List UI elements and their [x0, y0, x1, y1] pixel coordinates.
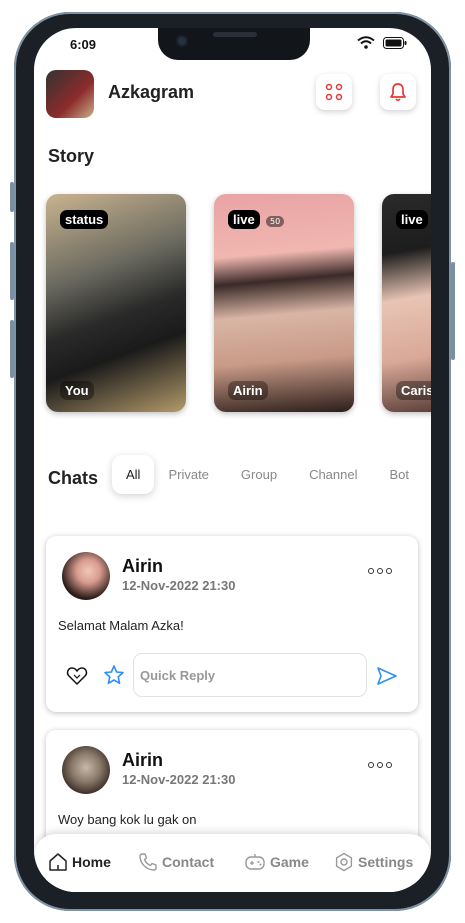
- tab-private[interactable]: Private: [168, 467, 208, 482]
- story-card-caris[interactable]: live Caris: [382, 194, 431, 412]
- tab-group[interactable]: Group: [241, 467, 277, 482]
- story-name: Caris: [396, 381, 431, 400]
- gamepad-icon: [245, 854, 265, 870]
- nav-contact[interactable]: Contact: [138, 852, 214, 872]
- story-title: Story: [48, 146, 95, 166]
- story-badge: live: [396, 210, 428, 229]
- story-name: You: [60, 381, 94, 400]
- chat-message: Woy bang kok lu gak on: [58, 812, 197, 827]
- star-icon[interactable]: [103, 664, 125, 686]
- grid-dots-icon: [325, 83, 343, 101]
- app-title: Azkagram: [108, 82, 195, 102]
- story-viewer-count: 50: [266, 216, 285, 227]
- story-card-airin[interactable]: live 50 Airin: [214, 194, 354, 412]
- tab-channel[interactable]: Channel: [309, 467, 357, 482]
- chat-message: Selamat Malam Azka!: [58, 618, 184, 633]
- story-list: status You live 50 Airin live Caris: [46, 194, 431, 412]
- status-time: 6:09: [70, 37, 97, 52]
- bell-icon: [390, 83, 406, 102]
- tab-all[interactable]: All: [112, 454, 155, 494]
- chat-time: 12-Nov-2022 21:30: [122, 772, 236, 787]
- volume-up-button: [10, 242, 14, 300]
- chats-title: Chats: [48, 468, 99, 488]
- quick-reply-input[interactable]: [138, 666, 342, 684]
- bottom-nav: Home Contact Game Settings: [34, 834, 431, 892]
- menu-button[interactable]: [316, 74, 352, 110]
- nav-home-label: Home: [72, 854, 111, 870]
- chat-time: 12-Nov-2022 21:30: [122, 578, 236, 593]
- wifi-icon: [357, 36, 375, 49]
- notification-button[interactable]: [380, 74, 416, 110]
- send-icon[interactable]: [376, 666, 398, 686]
- chat-avatar: [62, 552, 110, 600]
- speaker: [213, 32, 257, 37]
- chat-card[interactable]: Airin 12-Nov-2022 21:30 Selamat Malam Az…: [46, 536, 418, 712]
- story-name: Airin: [228, 381, 268, 400]
- battery-icon: [383, 36, 407, 49]
- phone-icon: [139, 853, 157, 871]
- silent-switch: [10, 182, 14, 212]
- more-options-icon[interactable]: [368, 568, 392, 574]
- nav-settings[interactable]: Settings: [334, 852, 413, 872]
- chat-filter-tabs: All Private Group Channel Bot: [112, 452, 431, 496]
- camera-icon: [176, 35, 188, 47]
- home-icon: [49, 853, 67, 871]
- volume-down-button: [10, 320, 14, 378]
- chat-avatar: [62, 746, 110, 794]
- react-heart-icon[interactable]: [66, 666, 88, 686]
- story-badge: live: [228, 210, 260, 229]
- status-icons: [357, 36, 407, 49]
- profile-avatar[interactable]: [46, 70, 94, 118]
- chat-name: Airin: [122, 750, 164, 770]
- nav-game-label: Game: [270, 854, 309, 870]
- more-options-icon[interactable]: [368, 762, 392, 768]
- nav-settings-label: Settings: [358, 854, 414, 870]
- chat-name: Airin: [122, 556, 164, 576]
- nav-contact-label: Contact: [162, 854, 215, 870]
- nav-game[interactable]: Game: [244, 852, 309, 872]
- notch: [158, 28, 310, 60]
- settings-icon: [335, 852, 353, 872]
- quick-reply-field[interactable]: [134, 654, 366, 696]
- app-header: Azkagram: [34, 68, 431, 124]
- nav-home[interactable]: Home: [48, 852, 111, 872]
- app-screen: 6:09 Azkagram Story status You live 50 A…: [34, 28, 431, 892]
- tab-bot[interactable]: Bot: [390, 467, 410, 482]
- story-badge: status: [60, 210, 109, 229]
- power-button: [451, 262, 455, 360]
- story-card-you[interactable]: status You: [46, 194, 186, 412]
